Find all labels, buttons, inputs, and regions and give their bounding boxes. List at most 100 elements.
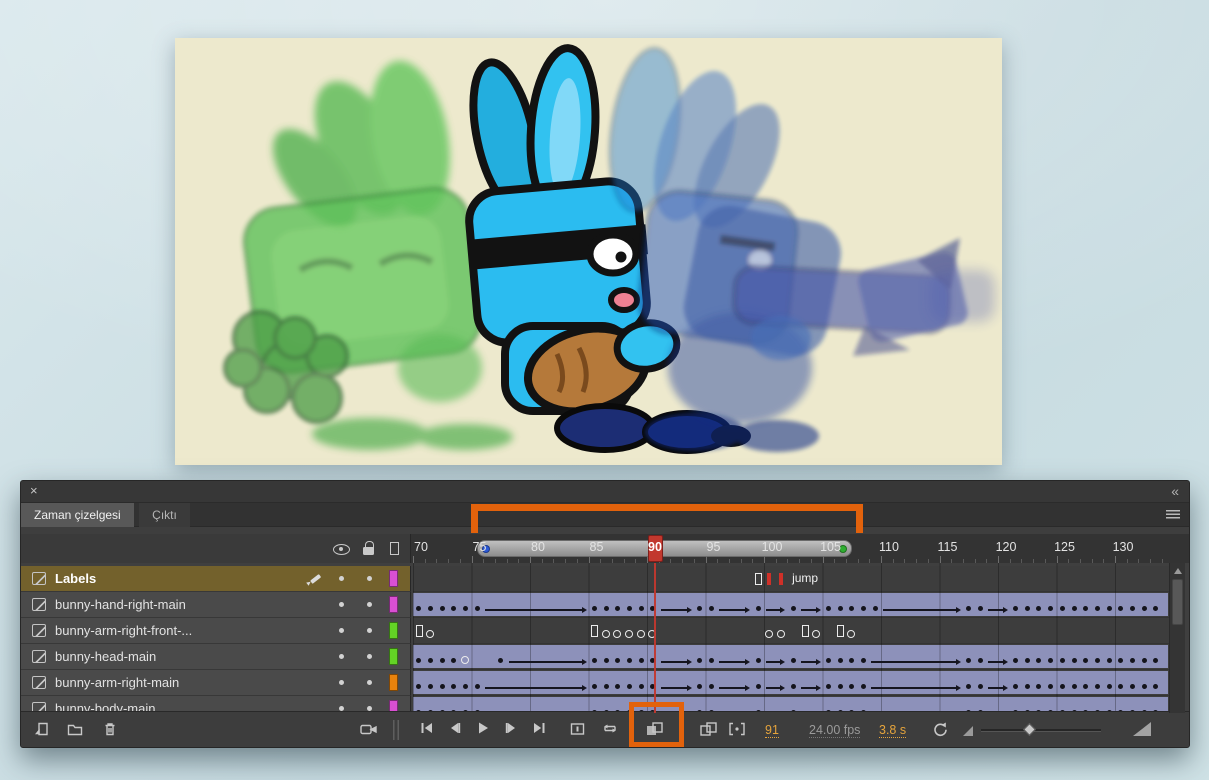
layer-row-bunny-hand-right-main[interactable]: bunny-hand-right-main xyxy=(21,592,411,618)
layer-color-swatch[interactable] xyxy=(389,596,398,613)
layer-lock-dot[interactable] xyxy=(367,654,372,659)
layer-visibility-dot[interactable] xyxy=(339,654,344,659)
ruler-frame-number[interactable]: 105 xyxy=(820,540,841,554)
elapsed-time-value[interactable]: 3.8 s xyxy=(879,723,906,738)
layer-lock-dot[interactable] xyxy=(367,576,372,581)
play-button[interactable] xyxy=(475,721,491,739)
current-frame-value[interactable]: 91 xyxy=(765,723,779,738)
ruler-frame-number[interactable]: 75 xyxy=(473,540,487,554)
layer-color-swatch[interactable] xyxy=(389,674,398,691)
tween-arrow xyxy=(801,687,816,689)
bunny-onion-skin-art xyxy=(175,38,1002,465)
keyframe-dot xyxy=(604,658,609,663)
ruler-tick xyxy=(940,556,941,563)
ruler-frame-number[interactable]: 80 xyxy=(531,540,545,554)
layer-row-labels[interactable]: Labels xyxy=(21,566,411,592)
lock-icon[interactable] xyxy=(363,547,374,555)
tab-timeline[interactable]: Zaman çizelgesi xyxy=(21,503,134,527)
panel-collapse-button[interactable]: « xyxy=(1171,483,1179,499)
layer-visibility-dot[interactable] xyxy=(339,628,344,633)
layer-row-bunny-arm-right-front-[interactable]: bunny-arm-right-front-... xyxy=(21,618,411,644)
keyframe-dot xyxy=(1025,658,1030,663)
layer-name[interactable]: bunny-hand-right-main xyxy=(55,597,186,612)
layer-frame-track[interactable] xyxy=(413,592,1169,618)
edit-multiple-frames-button[interactable] xyxy=(699,721,719,739)
ruler-frame-number[interactable]: 100 xyxy=(762,540,783,554)
outline-icon[interactable] xyxy=(390,542,399,555)
layer-color-swatch[interactable] xyxy=(389,648,398,665)
ruler-frame-number[interactable]: 120 xyxy=(996,540,1017,554)
camera-button[interactable] xyxy=(359,721,379,739)
stage-canvas[interactable] xyxy=(175,38,1002,465)
ruler-frame-number[interactable]: 110 xyxy=(879,540,899,554)
reset-timeline-zoom-button[interactable] xyxy=(931,721,949,739)
playhead-line[interactable] xyxy=(654,563,656,713)
ruler-frame-number[interactable]: 85 xyxy=(590,540,604,554)
layer-name[interactable]: Labels xyxy=(55,571,96,586)
layer-frame-track[interactable]: jump xyxy=(413,566,1169,592)
loop-playback-button[interactable] xyxy=(601,721,619,739)
tween-arrow xyxy=(766,661,781,663)
layer-name[interactable]: bunny-arm-right-main xyxy=(55,675,179,690)
empty-keyframe-dot xyxy=(426,630,434,638)
center-frame-button[interactable] xyxy=(569,721,587,739)
new-layer-button[interactable] xyxy=(34,721,52,739)
layer-name[interactable]: bunny-arm-right-front-... xyxy=(55,623,192,638)
ruler-tick xyxy=(460,559,461,563)
tab-output[interactable]: Çıktı xyxy=(139,503,190,527)
tween-arrow xyxy=(661,687,688,689)
ruler-tick xyxy=(893,559,894,563)
scroll-up-arrow-icon[interactable] xyxy=(1170,565,1185,577)
eye-icon[interactable] xyxy=(333,544,350,555)
timeline-ruler[interactable]: 70 75 80 85 90 95 100 105 110 115 120 125 130 xyxy=(21,534,1189,563)
ruler-frame-number[interactable]: 125 xyxy=(1054,540,1075,554)
ruler-frame-number[interactable]: 95 xyxy=(707,540,721,554)
panel-close-button[interactable]: × xyxy=(30,484,38,498)
layer-lock-dot[interactable] xyxy=(367,602,372,607)
tween-arrow-head xyxy=(745,659,750,665)
ruler-tick xyxy=(846,559,847,563)
layer-color-swatch[interactable] xyxy=(389,622,398,639)
vertical-scrollbar[interactable] xyxy=(1169,563,1185,713)
ruler-tick xyxy=(858,559,859,563)
ruler-frame-number[interactable]: 115 xyxy=(938,540,958,554)
layer-frame-track[interactable] xyxy=(413,670,1169,696)
layer-row-bunny-arm-right-main[interactable]: bunny-arm-right-main xyxy=(21,670,411,696)
new-folder-button[interactable] xyxy=(66,721,84,739)
keyframe-dot xyxy=(604,606,609,611)
ruler-tick xyxy=(413,556,414,563)
tween-span xyxy=(413,645,1168,668)
ruler-tick xyxy=(916,559,917,563)
step-forward-button[interactable] xyxy=(503,721,519,739)
ruler-tick xyxy=(495,559,496,563)
layer-color-swatch[interactable] xyxy=(389,570,398,587)
resize-timeline-view-icon[interactable] xyxy=(1133,722,1151,736)
timeline-zoom-handle[interactable] xyxy=(1023,723,1036,736)
layer-frame-track[interactable] xyxy=(413,618,1169,644)
delete-layer-button[interactable] xyxy=(101,721,119,739)
layer-lock-dot[interactable] xyxy=(367,680,372,685)
step-back-button[interactable] xyxy=(447,721,463,739)
layer-visibility-dot[interactable] xyxy=(339,680,344,685)
layer-visibility-dot[interactable] xyxy=(339,602,344,607)
keyframe-dot xyxy=(1095,606,1100,611)
ruler-tick xyxy=(448,559,449,563)
ruler-tick xyxy=(612,559,613,563)
layer-row-bunny-head-main[interactable]: bunny-head-main xyxy=(21,644,411,670)
layer-icon xyxy=(32,572,46,585)
timeline-zoom-slider[interactable] xyxy=(981,729,1101,732)
go-to-first-frame-button[interactable] xyxy=(419,721,435,739)
scrollbar-thumb[interactable] xyxy=(1172,579,1183,625)
ruler-frame-number[interactable]: 90 xyxy=(648,540,662,554)
go-to-last-frame-button[interactable] xyxy=(531,721,547,739)
ruler-frame-number[interactable]: 130 xyxy=(1113,540,1134,554)
layer-visibility-dot[interactable] xyxy=(339,576,344,581)
layer-lock-dot[interactable] xyxy=(367,628,372,633)
frame-rate-value[interactable]: 24.00 fps xyxy=(809,723,860,738)
panel-menu-icon[interactable] xyxy=(1166,510,1180,520)
ruler-frame-number[interactable]: 70 xyxy=(414,540,428,554)
timeline-zoom-out-icon[interactable] xyxy=(963,726,973,736)
modify-markers-button[interactable] xyxy=(727,721,747,739)
layer-name[interactable]: bunny-head-main xyxy=(55,649,156,664)
layer-frame-track[interactable] xyxy=(413,644,1169,670)
